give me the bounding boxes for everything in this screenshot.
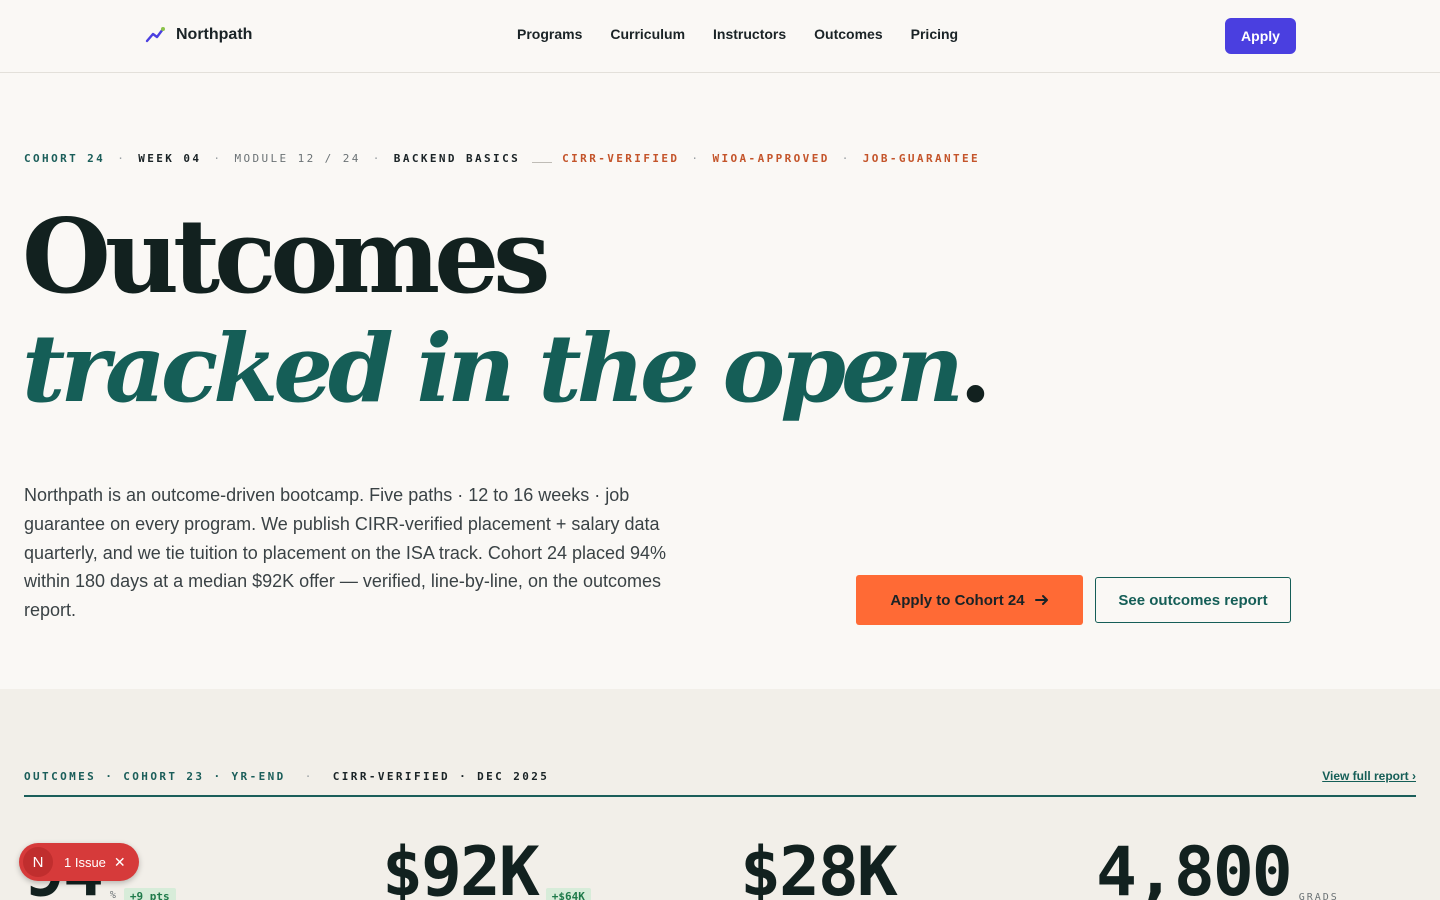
nav-programs[interactable]: Programs	[517, 26, 582, 42]
issue-indicator[interactable]: N 1 Issue ✕	[19, 843, 139, 881]
badge-cirr: CIRR-VERIFIED	[562, 152, 680, 165]
stat-delta: +9 pts	[123, 888, 176, 900]
brand-logo[interactable]: Northpath	[145, 24, 252, 45]
hero-lede: Northpath is an outcome-driven bootcamp.…	[24, 485, 667, 621]
badge-wioa: WIOA-APPROVED	[712, 152, 830, 165]
issue-initial-icon: N	[23, 847, 53, 877]
badge-job-guarantee: JOB-GUARANTEE	[862, 152, 981, 165]
stat-value: 4,800	[1096, 833, 1293, 900]
stat-unit: %	[109, 890, 116, 900]
site-header: Northpath Programs Curriculum Instructor…	[0, 0, 1440, 73]
apply-button[interactable]: Apply	[1225, 18, 1296, 54]
outcomes-divider	[24, 795, 1416, 797]
nav-instructors[interactable]: Instructors	[713, 26, 786, 42]
issue-count: 1 Issue	[64, 854, 106, 870]
nav-curriculum[interactable]: Curriculum	[610, 26, 685, 42]
cohort-meta-line: COHORT 24 · WEEK 04 · MODULE 12 / 24 · B…	[24, 152, 980, 165]
meta-separator: ·	[213, 152, 223, 165]
stat-grads: 4,800 GRADS	[1096, 839, 1339, 900]
hero-title-line2: tracked in the open.	[22, 322, 992, 416]
apply-cohort-button[interactable]: Apply to Cohort 24	[856, 575, 1083, 625]
stat-median-offer: $92K +$64K	[382, 839, 591, 900]
stat-value: $92K	[382, 833, 540, 900]
module-label: MODULE 12 / 24	[234, 152, 361, 165]
stat-value: $28K	[740, 833, 898, 900]
meta-separator: ·	[841, 152, 851, 165]
meta-separator: ·	[304, 770, 314, 783]
arrow-right-icon	[1034, 595, 1048, 605]
outcomes-cohort-label: OUTCOMES · COHORT 23 · YR-END	[24, 770, 286, 783]
track-label: BACKEND BASICS	[393, 152, 521, 165]
meta-divider	[532, 162, 553, 163]
hero-title-dot: .	[959, 314, 992, 424]
cohort-label: COHORT 24	[24, 152, 106, 165]
week-label: WEEK 04	[138, 152, 202, 165]
see-outcomes-button[interactable]: See outcomes report	[1095, 577, 1291, 623]
main-nav: Programs Curriculum Instructors Outcomes…	[517, 26, 958, 42]
hero-title-line1: Outcomes	[22, 197, 551, 317]
apply-cohort-label: Apply to Cohort 24	[890, 591, 1025, 609]
meta-separator: ·	[372, 152, 382, 165]
nav-pricing[interactable]: Pricing	[911, 26, 958, 42]
trend-up-icon	[145, 27, 165, 43]
stat-salary: $28K	[740, 833, 898, 900]
close-icon[interactable]: ✕	[114, 854, 126, 871]
hero-title-italic: tracked in the open	[22, 314, 964, 424]
meta-separator: ·	[117, 152, 127, 165]
stat-delta: +$64K	[545, 888, 591, 900]
outcomes-verified-label: CIRR-VERIFIED · DEC 2025	[332, 770, 550, 783]
nav-outcomes[interactable]: Outcomes	[814, 26, 882, 42]
view-full-report-link[interactable]: View full report ›	[1322, 769, 1416, 783]
stat-label: GRADS	[1298, 892, 1339, 900]
outcomes-section: OUTCOMES · COHORT 23 · YR-END · CIRR-VER…	[0, 689, 1440, 900]
outcomes-meta-line: OUTCOMES · COHORT 23 · YR-END · CIRR-VER…	[24, 770, 549, 783]
meta-separator: ·	[691, 152, 701, 165]
brand-name: Northpath	[176, 25, 253, 43]
